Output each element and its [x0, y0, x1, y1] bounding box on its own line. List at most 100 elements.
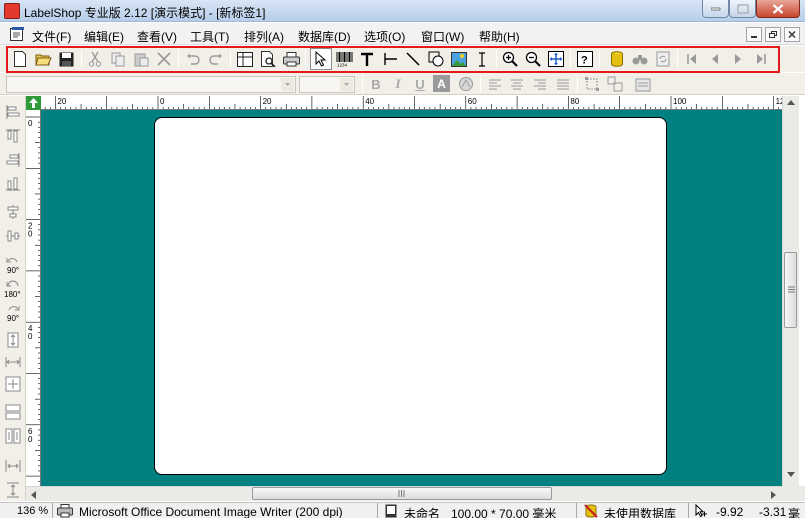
toolbar-separator	[362, 75, 363, 93]
menu-window[interactable]: 窗口(W)	[421, 28, 464, 45]
align-bottom-icon[interactable]	[5, 176, 21, 192]
menu-arrange[interactable]: 排列(A)	[244, 28, 284, 45]
vertical-scroll-thumb[interactable]	[784, 252, 797, 328]
align-text-left-icon	[489, 79, 501, 89]
ruler-tick-label: 60	[468, 97, 477, 106]
status-separator	[688, 503, 689, 518]
scroll-left-icon[interactable]	[31, 491, 37, 499]
close-button[interactable]	[756, 0, 800, 18]
status-separator	[52, 503, 53, 518]
label-document-icon	[385, 504, 397, 518]
italic-button[interactable]: I	[388, 74, 408, 94]
svg-text:90°: 90°	[7, 314, 19, 322]
ruler-origin-button[interactable]	[26, 96, 41, 110]
mdi-restore-button[interactable]	[765, 27, 781, 42]
font-style-button[interactable]	[456, 74, 476, 94]
align-text-center-button[interactable]	[507, 74, 527, 94]
cursor-unit: 毫	[788, 507, 801, 518]
justify-text-button[interactable]	[553, 74, 573, 94]
horizontal-scroll-thumb[interactable]	[252, 487, 552, 500]
menu-database[interactable]: 数据库(D)	[298, 28, 351, 45]
menu-help[interactable]: 帮助(H)	[479, 28, 520, 45]
align-right-icon[interactable]	[5, 152, 21, 168]
minimize-button[interactable]	[702, 0, 729, 18]
menu-tools[interactable]: 工具(T)	[190, 28, 229, 45]
horizontal-ruler-scale: 2002040608010012	[44, 96, 782, 109]
rotate-180-icon[interactable]: 180°	[3, 280, 23, 298]
toolbar-separator	[577, 75, 578, 93]
menu-edit[interactable]: 编辑(E)	[84, 28, 124, 45]
chevron-down-icon	[340, 78, 353, 91]
size-grip	[782, 486, 805, 501]
ungroup-icon	[607, 76, 623, 92]
cursor-position-icon	[695, 504, 707, 518]
underline-button[interactable]: U	[410, 74, 430, 94]
arrow-up-icon	[29, 98, 38, 108]
align-text-left-button[interactable]	[485, 74, 505, 94]
space-horizontal-icon[interactable]	[5, 404, 21, 420]
minimize-icon	[710, 7, 720, 10]
close-icon	[772, 3, 784, 14]
align-left-icon[interactable]	[5, 104, 21, 120]
rotate-90-ccw-icon[interactable]: 90°	[5, 256, 21, 274]
toolbar-highlight-box	[6, 46, 780, 73]
menu-file[interactable]: 文件(F)	[32, 28, 71, 45]
ungroup-button[interactable]	[605, 74, 625, 94]
scroll-up-icon[interactable]	[787, 100, 795, 106]
document-window-icon[interactable]	[9, 26, 25, 42]
ruler-tick-label: 0	[160, 97, 165, 106]
window-title: LabelShop 专业版 2.12 [演示模式] - [新标签1]	[24, 6, 266, 20]
same-size-icon[interactable]	[5, 376, 21, 392]
font-size-combo[interactable]	[299, 76, 355, 93]
cursor-y: -3.31	[759, 505, 787, 518]
menu-options[interactable]: 选项(O)	[364, 28, 405, 45]
align-text-right-button[interactable]	[530, 74, 550, 94]
scroll-down-icon[interactable]	[787, 472, 795, 478]
bold-button[interactable]: B	[366, 74, 386, 94]
printer-icon	[57, 504, 73, 518]
group-button[interactable]	[582, 74, 602, 94]
grip-icon	[398, 490, 405, 497]
rotate-90-cw-icon[interactable]: 90°	[5, 304, 21, 322]
space-vertical-icon[interactable]	[5, 428, 21, 444]
menu-view[interactable]: 查看(V)	[137, 28, 177, 45]
same-width-icon[interactable]	[5, 354, 21, 370]
justify-text-icon	[557, 79, 569, 89]
align-text-right-icon	[534, 79, 546, 89]
ruler-tick-label: 80	[570, 97, 579, 106]
format-toolbar: B I U A	[0, 73, 805, 95]
maximize-icon	[737, 4, 748, 13]
ruler-tick-label: 40	[365, 97, 374, 106]
mdi-close-button[interactable]	[784, 27, 800, 42]
text-color-button[interactable]: A	[433, 75, 450, 92]
status-separator	[576, 503, 577, 518]
maximize-button[interactable]	[729, 0, 756, 18]
center-horizontal-icon[interactable]	[5, 204, 21, 220]
label-page[interactable]	[154, 117, 667, 475]
align-top-icon[interactable]	[5, 128, 21, 144]
database-status: 未使用数据库	[604, 507, 677, 518]
properties-icon	[635, 78, 651, 92]
app-icon[interactable]	[4, 3, 20, 19]
mdi-minimize-button[interactable]	[746, 27, 762, 42]
horizontal-ruler: 2002040608010012	[41, 96, 782, 110]
group-icon	[585, 77, 599, 91]
vertical-ruler-scale: 0204060	[26, 116, 40, 482]
distribute-horizontal-icon[interactable]	[5, 458, 21, 474]
toolbar-separator	[480, 75, 481, 93]
ruler-tick-label: 100	[673, 97, 687, 106]
font-name-combo[interactable]	[6, 76, 296, 93]
distribute-vertical-icon[interactable]	[5, 482, 21, 498]
svg-text:180°: 180°	[4, 290, 21, 298]
printer-name: Microsoft Office Document Image Writer (…	[79, 505, 343, 518]
align-text-center-icon	[511, 79, 523, 89]
vertical-ruler: 0204060	[26, 110, 41, 486]
ruler-tick-label: 0	[28, 332, 33, 341]
center-vertical-icon[interactable]	[5, 228, 21, 244]
zoom-level: 136 %	[17, 505, 49, 517]
svg-text:90°: 90°	[7, 266, 19, 274]
scroll-right-icon[interactable]	[771, 491, 777, 499]
properties-button[interactable]	[633, 74, 653, 94]
ruler-tick-label: 0	[28, 119, 33, 128]
same-height-icon[interactable]	[5, 332, 21, 348]
